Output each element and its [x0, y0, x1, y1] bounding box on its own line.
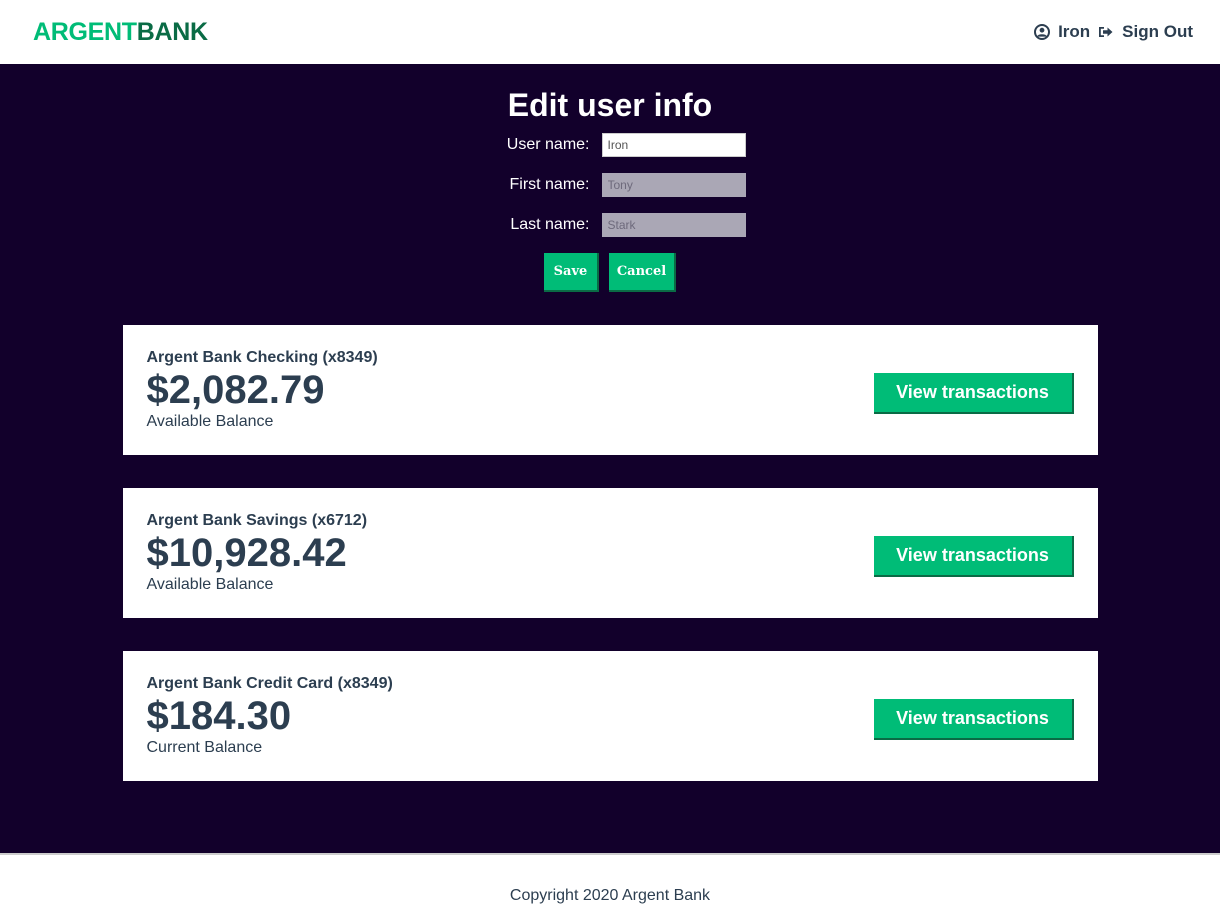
logo-link[interactable]: ARGENT BANK: [33, 18, 208, 47]
lastname-label: Last name:: [510, 216, 590, 233]
sign-out-icon: [1099, 27, 1113, 37]
username-row: User name:: [498, 133, 746, 157]
footer: Copyright 2020 Argent Bank: [0, 853, 1220, 915]
account-savings: Argent Bank Savings (x6712) $10,928.42 A…: [122, 488, 1098, 618]
username-label: User name:: [506, 136, 590, 153]
account-description: Current Balance: [146, 739, 263, 756]
account-title: Argent Bank Credit Card (x8349): [146, 675, 393, 692]
account-description: Available Balance: [146, 576, 274, 593]
nav-user-area: Iron Sign Out: [1034, 22, 1193, 42]
form-buttons: Save Cancel: [544, 253, 676, 292]
sign-out-link[interactable]: Sign Out: [1098, 22, 1193, 42]
user-circle-icon: [1034, 24, 1051, 40]
account-amount: $2,082.79: [146, 368, 325, 412]
edit-user-form: User name: First name: Last name: Save C…: [0, 133, 1220, 292]
account-amount: $10,928.42: [146, 531, 347, 575]
account-info: Argent Bank Savings (x6712) $10,928.42 A…: [147, 512, 368, 594]
cancel-button[interactable]: Cancel: [609, 253, 676, 292]
view-transactions-button[interactable]: View transactions: [873, 535, 1074, 577]
edit-user-header: Edit user info User name: First name: La…: [0, 86, 1220, 292]
account-checking: Argent Bank Checking (x8349) $2,082.79 A…: [122, 325, 1098, 455]
account-title: Argent Bank Savings (x6712): [146, 512, 368, 529]
firstname-row: First name:: [498, 173, 746, 197]
account-title: Argent Bank Checking (x8349): [146, 349, 378, 366]
account-credit-card: Argent Bank Credit Card (x8349) $184.30 …: [122, 651, 1098, 781]
lastname-input: [601, 213, 746, 237]
logo-text-bank: BANK: [136, 17, 208, 46]
profile-link[interactable]: Iron: [1034, 22, 1090, 42]
view-transactions-button[interactable]: View transactions: [873, 372, 1074, 414]
logo-text-argent: ARGENT: [33, 17, 137, 46]
account-amount: $184.30: [146, 694, 292, 738]
firstname-label: First name:: [509, 176, 590, 193]
user-name: Iron: [1058, 22, 1091, 41]
accounts-list: Argent Bank Checking (x8349) $2,082.79 A…: [0, 325, 1220, 781]
firstname-input: [601, 173, 746, 197]
account-info: Argent Bank Checking (x8349) $2,082.79 A…: [147, 349, 378, 431]
lastname-row: Last name:: [498, 213, 746, 237]
account-info: Argent Bank Credit Card (x8349) $184.30 …: [147, 675, 393, 757]
sign-out-label: Sign Out: [1122, 22, 1193, 41]
view-transactions-button[interactable]: View transactions: [873, 698, 1074, 740]
copyright-text: Copyright 2020 Argent Bank: [509, 887, 711, 904]
main-nav: ARGENT BANK Iron Sign Out: [0, 0, 1220, 64]
account-description: Available Balance: [146, 413, 274, 430]
username-input[interactable]: [601, 133, 746, 157]
main-content: Edit user info User name: First name: La…: [0, 64, 1220, 853]
save-button[interactable]: Save: [544, 253, 599, 292]
page-title: Edit user info: [507, 87, 713, 123]
